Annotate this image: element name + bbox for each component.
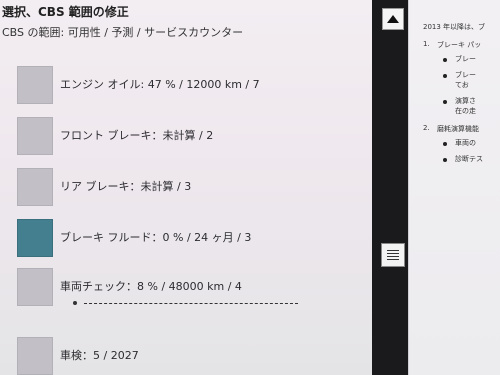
bullet-dot (443, 74, 447, 78)
help-number-1: 1. (423, 40, 430, 48)
help-bullet: ブレー (455, 55, 476, 63)
help-intro: 2013 年以降は、ブ (423, 23, 486, 31)
bullet-dot (443, 100, 447, 104)
help-number-2: 2. (423, 124, 430, 132)
cbs-selection-panel: 選択、CBS 範囲の修正 CBS の範囲: 可用性 / 予測 / サービスカウン… (0, 0, 372, 375)
item-label: 車両チェック：8 % / 48000 km / 4 (60, 280, 242, 293)
grip-line (387, 259, 399, 260)
status-swatch (17, 268, 53, 306)
item-label: ブレーキ フルード：0 % / 24 ヶ月 / 3 (60, 231, 252, 244)
page-title: 選択、CBS 範囲の修正 (2, 5, 129, 19)
grip-line (387, 256, 399, 257)
help-bullet: 演算さ (455, 97, 476, 105)
item-label: エンジン オイル: 47 % / 12000 km / 7 (60, 78, 260, 91)
dashed-divider (84, 303, 298, 304)
help-section-2: 磨耗演算機能 (437, 125, 479, 133)
help-bullet: ブレー (455, 71, 476, 79)
help-bullet: 車両の (455, 139, 476, 147)
bullet-dot (73, 301, 77, 305)
status-swatch (17, 66, 53, 104)
bullet-dot (443, 58, 447, 62)
help-bullet-cont: てお (455, 81, 469, 89)
item-label: リア ブレーキ：未計算 / 3 (60, 180, 192, 193)
help-section-1: ブレーキ パッ (437, 41, 482, 49)
status-swatch (17, 117, 53, 155)
help-text-panel: 2013 年以降は、ブ 1. ブレーキ パッ ブレー ブレー てお 演算さ 在の… (408, 0, 500, 375)
vertical-scrollbar[interactable] (372, 0, 408, 375)
help-bullet: 診断テス (455, 155, 483, 163)
item-label: 車検：5 / 2027 (60, 349, 139, 362)
triangle-up-icon (387, 15, 399, 23)
status-swatch-selected (17, 219, 53, 257)
bullet-dot (443, 142, 447, 146)
scrollbar-thumb[interactable] (381, 243, 405, 267)
grip-lines-icon (387, 250, 399, 251)
item-label: フロント ブレーキ：未計算 / 2 (60, 129, 214, 142)
page-subtitle: CBS の範囲: 可用性 / 予測 / サービスカウンター (2, 26, 244, 39)
scroll-up-button[interactable] (382, 8, 404, 30)
status-swatch (17, 168, 53, 206)
bullet-dot (443, 158, 447, 162)
grip-line (387, 253, 399, 254)
help-bullet-cont: 在の走 (455, 107, 476, 115)
status-swatch (17, 337, 53, 375)
